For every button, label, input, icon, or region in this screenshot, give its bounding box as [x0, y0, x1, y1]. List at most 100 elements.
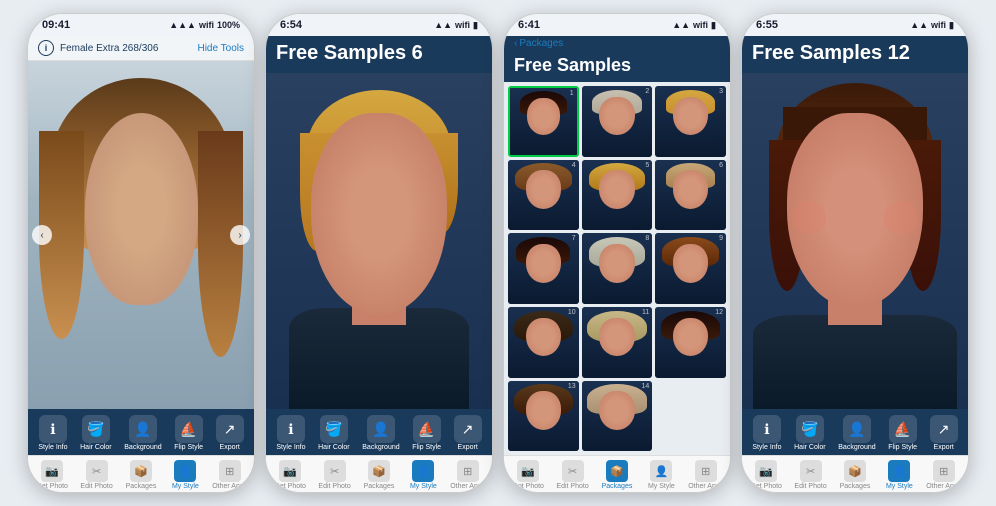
back-btn[interactable]: ‹ Packages — [514, 38, 563, 49]
hide-tools-btn[interactable]: Hide Tools — [197, 43, 244, 54]
nav-arrows: ‹ › — [28, 225, 254, 245]
woman-image-2 — [266, 73, 492, 409]
flip-style-btn-2[interactable]: ⛵ Flip Style — [412, 415, 441, 451]
grid-num-4: 4 — [572, 162, 576, 169]
tab-packages-1[interactable]: 📦 Packages — [123, 460, 159, 490]
my-style-icon-1: 👤 — [174, 460, 196, 482]
battery-icon-4: ▮ — [949, 20, 954, 31]
get-photo-icon-4: 📷 — [755, 460, 777, 482]
next-arrow[interactable]: › — [230, 225, 250, 245]
grid-item-7[interactable]: 7 — [508, 233, 579, 304]
edit-photo-icon-tab-2: ✂ — [324, 460, 346, 482]
flip-style-icon-4: ⛵ — [889, 415, 917, 443]
tab-my-style-3[interactable]: 👤 My Style — [643, 460, 679, 490]
grid-item-9[interactable]: 9 — [655, 233, 726, 304]
style-info-btn[interactable]: ℹ Style Info — [38, 415, 67, 451]
grid-item-1[interactable]: 1 — [508, 86, 579, 157]
screen3-header: Free Samples — [504, 51, 730, 82]
grid-num-12: 12 — [715, 309, 723, 316]
screen4-content — [742, 73, 968, 409]
grid-item-6[interactable]: 6 — [655, 160, 726, 231]
hair-color-btn-4[interactable]: 🪣 Hair Color — [794, 415, 826, 451]
hair-color-label: Hair Color — [80, 444, 112, 451]
my-style-label-1: My Style — [172, 483, 199, 490]
tab-packages-4[interactable]: 📦 Packages — [837, 460, 873, 490]
grid-num-11: 11 — [642, 309, 649, 316]
edit-photo-icon-1: ✂ — [86, 460, 108, 482]
grid-num-9: 9 — [719, 235, 723, 242]
tabbar-4: 📷 Get Photo ✂ Edit Photo 📦 Packages 👤 My… — [742, 455, 968, 492]
tab-other-apps-2[interactable]: ⊞ Other Apps — [450, 460, 486, 490]
packages-label-1: Packages — [126, 483, 157, 490]
tab-my-style-4[interactable]: 👤 My Style — [881, 460, 917, 490]
style-info-btn-4[interactable]: ℹ Style Info — [752, 415, 781, 451]
export-btn-4[interactable]: ↗ Export — [930, 415, 958, 451]
tab-edit-photo-4[interactable]: ✂ Edit Photo — [793, 460, 829, 490]
back-label: Packages — [519, 38, 563, 49]
grid-item-3[interactable]: 3 — [655, 86, 726, 157]
export-btn-2[interactable]: ↗ Export — [454, 415, 482, 451]
tab-edit-photo-2[interactable]: ✂ Edit Photo — [317, 460, 353, 490]
background-btn-4[interactable]: 👤 Background — [838, 415, 875, 451]
export-label-2: Export — [458, 444, 478, 451]
tab-other-apps-3[interactable]: ⊞ Other Apps — [688, 460, 724, 490]
grid-item-11[interactable]: 11 — [582, 307, 653, 378]
mini-face-10 — [508, 307, 579, 378]
grid-item-10[interactable]: 10 — [508, 307, 579, 378]
background-btn-2[interactable]: 👤 Background — [362, 415, 399, 451]
hair-color-label-4: Hair Color — [794, 444, 826, 451]
my-style-icon-4: 👤 — [888, 460, 910, 482]
grid-item-8[interactable]: 8 — [582, 233, 653, 304]
tab-other-apps-1[interactable]: ⊞ Other Apps — [212, 460, 248, 490]
tab-my-style-1[interactable]: 👤 My Style — [167, 460, 203, 490]
tab-got-photo-3[interactable]: 📷 Got Photo — [510, 460, 546, 490]
blush-left-4 — [792, 201, 826, 235]
tab-packages-3[interactable]: 📦 Packages — [599, 460, 635, 490]
flip-style-btn[interactable]: ⛵ Flip Style — [174, 415, 203, 451]
status-bar-3: 6:41 ▲▲ wifi ▮ — [504, 14, 730, 36]
prev-arrow[interactable]: ‹ — [32, 225, 52, 245]
flip-style-icon: ⛵ — [175, 415, 203, 443]
style-info-btn-2[interactable]: ℹ Style Info — [276, 415, 305, 451]
mini-face-1 — [510, 88, 577, 155]
export-label-4: Export — [934, 444, 954, 451]
hair-color-btn-2[interactable]: 🪣 Hair Color — [318, 415, 350, 451]
battery-icon: 100% — [217, 20, 240, 30]
mini-face-3 — [655, 86, 726, 157]
tab-packages-2[interactable]: 📦 Packages — [361, 460, 397, 490]
grid-item-5[interactable]: 5 — [582, 160, 653, 231]
background-btn[interactable]: 👤 Background — [124, 415, 161, 451]
tab-other-apps-4[interactable]: ⊞ Other Apps — [926, 460, 962, 490]
hair-color-icon-4: 🪣 — [796, 415, 824, 443]
time-4: 6:55 — [756, 19, 778, 31]
export-icon-2: ↗ — [454, 415, 482, 443]
hair-color-btn[interactable]: 🪣 Hair Color — [80, 415, 112, 451]
grid-item-12[interactable]: 12 — [655, 307, 726, 378]
info-icon-1[interactable]: i — [38, 40, 54, 56]
flip-style-btn-4[interactable]: ⛵ Flip Style — [888, 415, 917, 451]
signal-icon-4: ▲▲ — [910, 20, 928, 30]
status-icons-2: ▲▲ wifi ▮ — [434, 20, 478, 31]
export-btn[interactable]: ↗ Export — [216, 415, 244, 451]
grid-item-2[interactable]: 2 — [582, 86, 653, 157]
tab-my-style-2[interactable]: 👤 My Style — [405, 460, 441, 490]
grid-item-13[interactable]: 13 — [508, 381, 579, 452]
edit-photo-label-1: Edit Photo — [80, 483, 112, 490]
packages-icon-4: 📦 — [844, 460, 866, 482]
grid-item-4[interactable]: 4 — [508, 160, 579, 231]
tab-get-photo-1[interactable]: 📷 Get Photo — [34, 460, 70, 490]
get-photo-icon-1: 📷 — [41, 460, 63, 482]
grid-num-8: 8 — [645, 235, 649, 242]
grid-item-14[interactable]: 14 — [582, 381, 653, 452]
tab-edit-photo-1[interactable]: ✂ Edit Photo — [79, 460, 115, 490]
get-photo-label-1: Get Photo — [36, 483, 68, 490]
tab-get-photo-2[interactable]: 📷 Get Photo — [272, 460, 308, 490]
export-icon-4: ↗ — [930, 415, 958, 443]
hair-grid-container[interactable]: 1 2 3 — [504, 82, 730, 455]
tab-get-photo-4[interactable]: 📷 Get Photo — [748, 460, 784, 490]
screens-container: 09:41 ▲▲▲ wifi 100% i Female Extra 268/3… — [0, 0, 996, 506]
mini-face-11 — [582, 307, 653, 378]
tab-edit-photo-3[interactable]: ✂ Edit Photo — [555, 460, 591, 490]
mini-face-5 — [582, 160, 653, 231]
edit-photo-icon-4: ✂ — [800, 460, 822, 482]
